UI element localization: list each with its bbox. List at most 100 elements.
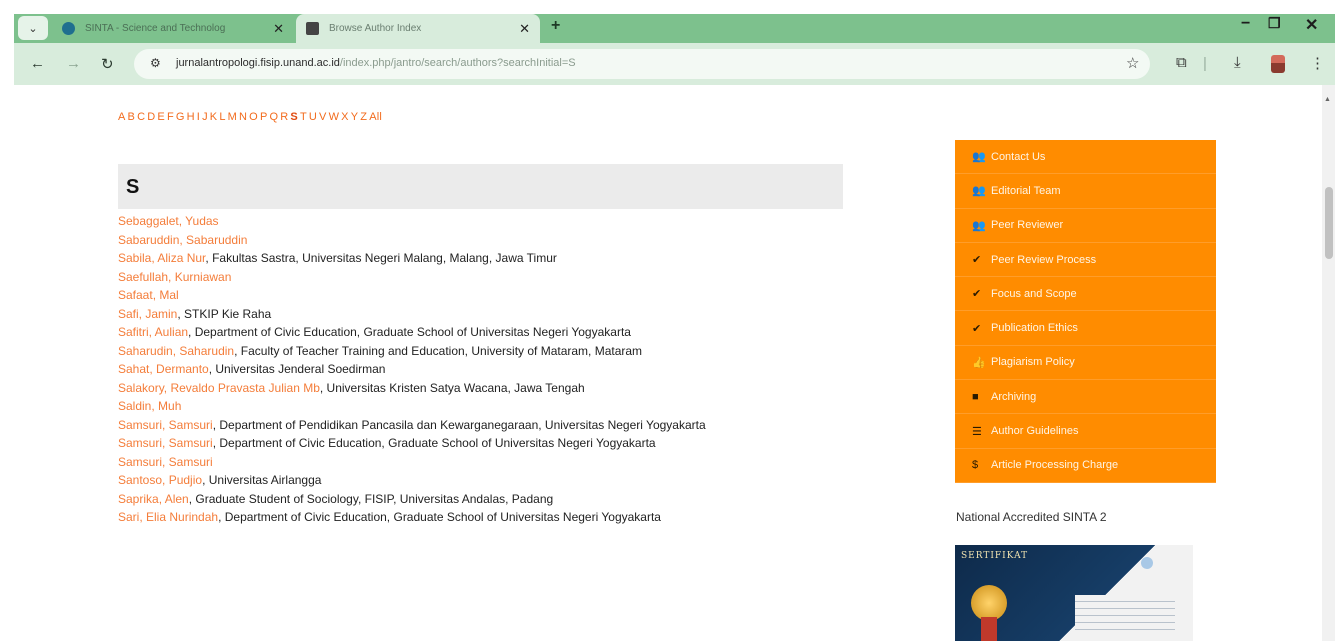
sidebar-menu-item[interactable]: 👥 Contact Us [955,140,1216,175]
kebab-menu-icon[interactable]: ⋮ [1310,54,1325,72]
list-item: Samsuri, Samsuri, Department of Pendidik… [118,417,706,432]
alphabet-link[interactable]: F [167,111,174,123]
alphabet-index: A B C D E F G H I J K L M N O P Q R S T U V W X Y Z All [118,111,384,123]
sidebar-menu-item[interactable]: 👍 Plagiarism Policy [955,346,1216,381]
alphabet-link[interactable]: L [219,111,225,123]
alphabet-link[interactable]: B [128,111,136,123]
alphabet-link[interactable]: X [341,111,349,123]
alphabet-link[interactable]: C [137,111,145,123]
alphabet-link[interactable]: K [210,111,218,123]
scrollbar-track[interactable] [1322,85,1335,641]
sidebar-menu-item[interactable]: $ Article Processing Charge [955,449,1216,483]
download-icon[interactable]: ⤓ [1234,54,1241,71]
author-name-link[interactable]: Santoso, Pudjio [118,473,202,487]
author-name-link[interactable]: Samsuri, Samsuri [118,436,213,450]
author-name-link[interactable]: Safi, Jamin [118,307,177,321]
sidebar-menu-item[interactable]: ✔ Publication Ethics [955,311,1216,346]
tab-sinta[interactable]: SINTA - Science and Technolog ✕ [52,14,294,43]
toolbar-divider: | [1203,55,1207,72]
accreditation-certificate-image[interactable]: SERTIFIKAT [955,545,1193,641]
window-close-icon[interactable]: ✕ [1305,15,1318,35]
profile-avatar-icon[interactable] [1271,55,1285,73]
alphabet-link[interactable]: G [176,111,185,123]
alphabet-link[interactable]: D [147,111,155,123]
list-icon: ☰ [972,425,982,438]
alphabet-link[interactable]: W [329,111,340,123]
sidebar-menu-item[interactable]: ✔ Focus and Scope [955,277,1216,312]
users-icon: 👥 [972,151,986,164]
alphabet-link[interactable]: M [228,111,237,123]
scroll-up-icon[interactable]: ▲ [1324,96,1331,103]
list-item: Saldin, Muh [118,397,858,416]
tune-icon[interactable]: ⚙ [150,56,161,70]
close-icon[interactable]: ✕ [273,21,284,37]
alphabet-link[interactable]: Z [360,111,367,123]
author-name-link[interactable]: Safitri, Aulian [118,325,188,339]
alphabet-link[interactable]: Y [351,111,359,123]
author-name-link[interactable]: Sabila, Aliza Nur [118,251,205,265]
sidebar-menu: 👥 Contact Us 👥 Editorial Team 👥 Peer Reviewer… [955,140,1216,483]
alphabet-link[interactable]: O [249,111,258,123]
alphabet-link[interactable]: H [187,111,195,123]
sidebar-menu-item[interactable]: 👥 Editorial Team [955,174,1216,209]
author-name-link[interactable]: Sabaruddin, Sabaruddin [118,233,247,247]
minimize-icon[interactable]: − [1241,15,1250,33]
sidebar-menu-item[interactable]: 👥 Peer Reviewer [955,209,1216,243]
alphabet-link[interactable]: S [290,111,298,123]
alphabet-link[interactable]: P [260,111,268,123]
author-name-link[interactable]: Saharudin, Saharudin [118,344,234,358]
author-affiliation: Department of Civic Education, Graduate … [219,436,656,450]
alphabet-link[interactable]: U [309,111,317,123]
author-name-link[interactable]: Salakory, Revaldo Pravasta Julian Mb [118,381,320,395]
sidebar-menu-label: Peer Review Process [991,253,1097,266]
list-item: Safi, Jamin, STKIP Kie Raha [118,306,272,321]
author-affiliation: Faculty of Teacher Training and Educatio… [240,343,643,358]
author-name-link[interactable]: Sari, Elia Nurindah [118,510,218,524]
url-text[interactable]: jurnalantropologi.fisip.unand.ac.id/inde… [176,57,576,69]
dollar-icon: $ [972,459,979,472]
sidebar-menu-label: Peer Reviewer [991,219,1064,232]
list-item: Sabila, Aliza Nur, Fakultas Sastra, Univ… [118,251,557,265]
restore-icon[interactable]: ❐ [1268,15,1281,32]
author-list: Sebaggalet, Yudas Sabaruddin, Sabaruddin S… [118,212,858,527]
alphabet-link[interactable]: Q [269,111,278,123]
alphabet-link[interactable]: T [300,111,307,123]
author-name-link[interactable]: Sebaggalet, Yudas [118,214,219,228]
tab-browse-author-index[interactable]: Browse Author Index ✕ [296,14,540,43]
author-name-link[interactable]: Safaat, Mal [118,288,179,302]
list-item: Salakory, Revaldo Pravasta Julian Mb, Un… [118,380,585,395]
chevron-down-icon[interactable]: ⌄ [18,16,48,40]
alphabet-link-all[interactable]: All [369,111,382,123]
star-icon[interactable]: ☆ [1126,54,1139,72]
sidebar-menu-item[interactable]: ■ Archiving [955,380,1216,415]
sidebar-menu-label: Publication Ethics [991,322,1078,335]
alphabet-link[interactable]: J [202,111,208,123]
author-name-link[interactable]: Saefullah, Kurniawan [118,270,231,284]
alphabet-link[interactable]: A [118,111,126,123]
check-icon: ✔ [972,322,982,335]
author-name-link[interactable]: Saprika, Alen [118,492,189,506]
users-icon: 👥 [972,219,986,232]
author-name-link[interactable]: Saldin, Muh [118,399,181,413]
plus-icon[interactable]: + [551,17,560,35]
puzzle-icon[interactable]: ⧉ [1176,54,1187,71]
close-icon[interactable]: ✕ [519,21,530,37]
sidebar-menu-item[interactable]: ✔ Peer Review Process [955,243,1216,278]
back-arrow-icon[interactable]: ← [30,55,45,72]
author-name-link[interactable]: Samsuri, Samsuri [118,455,213,469]
author-affiliation: Department of Civic Education, Graduate … [194,325,631,339]
forward-arrow-icon[interactable]: → [66,55,81,72]
alphabet-link[interactable]: N [239,111,247,123]
alphabet-link[interactable]: V [319,111,327,123]
book-icon: ■ [972,390,979,403]
reload-icon[interactable]: ↻ [101,55,114,73]
author-name-link[interactable]: Sahat, Dermanto [118,362,209,376]
list-item: Samsuri, Samsuri, Department of Civic Ed… [118,436,656,450]
alphabet-link[interactable]: E [157,111,165,123]
alphabet-link[interactable]: I [197,111,200,123]
alphabet-link[interactable]: R [280,111,288,123]
sidebar-menu-item[interactable]: ☰ Author Guidelines [955,414,1216,449]
scrollbar-thumb[interactable] [1325,187,1333,259]
check-icon: ✔ [972,288,982,301]
author-name-link[interactable]: Samsuri, Samsuri [118,418,213,432]
